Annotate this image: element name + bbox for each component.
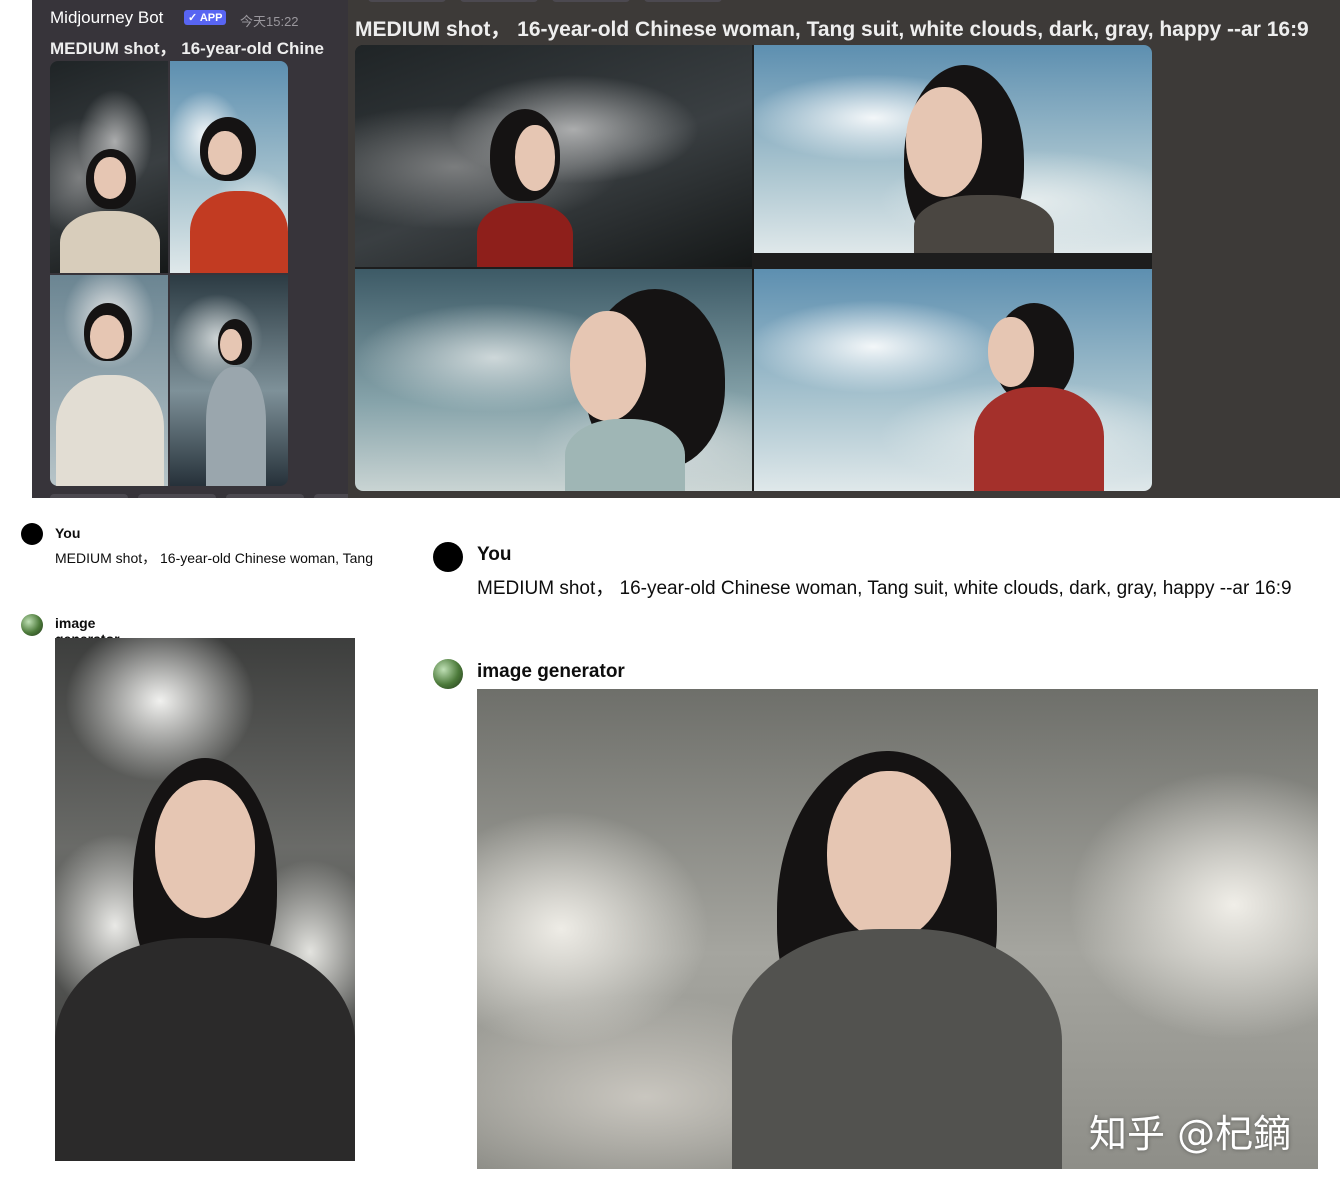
grid-image-1[interactable] [50, 61, 168, 273]
figure-body [974, 387, 1104, 491]
grid-image-3[interactable] [355, 269, 752, 491]
prompt-text: MEDIUM shot， 16-year-old Chine [50, 39, 324, 58]
discord-message-panel-large: MEDIUM shot， 16-year-old Chinese woman, … [348, 0, 1340, 498]
prompt-text-full: MEDIUM shot， 16-year-old Chinese woman, … [355, 18, 1309, 41]
app-badge: ✓ APP [184, 10, 227, 25]
figure-body [565, 419, 685, 491]
button-stub[interactable] [368, 0, 446, 2]
user-message-large: MEDIUM shot， 16-year-old Chinese woman, … [477, 578, 1292, 599]
figure-face [570, 311, 646, 421]
image-generator-avatar [21, 614, 43, 636]
message-timestamp: 今天15:22 [240, 14, 299, 29]
figure-body [56, 375, 164, 486]
user-avatar [21, 523, 43, 545]
figure-face [94, 157, 126, 199]
generated-image-portrait[interactable] [55, 638, 355, 1161]
figure-face [827, 771, 951, 941]
figure-face [90, 315, 124, 359]
figure-body [60, 211, 160, 273]
zhihu-watermark: 知乎 @杞鏑 [1089, 1112, 1292, 1156]
grid-image-4[interactable] [170, 275, 288, 486]
user-avatar-large [433, 542, 463, 572]
user-name: You [55, 525, 81, 541]
grid-image-4[interactable] [754, 269, 1152, 491]
generated-image-landscape[interactable]: 知乎 @杞鏑 [477, 689, 1318, 1169]
figure-face [155, 780, 255, 918]
button-stub[interactable] [552, 0, 630, 2]
figure-face [220, 329, 242, 361]
image-generator-avatar-large [433, 659, 463, 689]
button-stub[interactable] [644, 0, 722, 2]
figure-body [190, 191, 288, 273]
grid-image-2[interactable] [754, 45, 1152, 253]
upscale-button-u3[interactable] [226, 494, 304, 498]
figure-body [477, 203, 573, 267]
user-name-large: You [477, 544, 512, 565]
button-stub[interactable] [460, 0, 538, 2]
assistant-name-large: image generator [477, 661, 625, 682]
upscale-button-u1[interactable] [50, 494, 128, 498]
discord-message-panel-small: Midjourney Bot ✓ APP 今天15:22 MEDIUM shot… [32, 0, 348, 498]
figure-body [732, 929, 1062, 1169]
image-grid-large[interactable] [355, 45, 1152, 491]
upscale-button-u2[interactable] [138, 494, 216, 498]
image-grid-small[interactable] [50, 61, 288, 486]
figure-face [906, 87, 982, 197]
grid-image-2[interactable] [170, 61, 288, 273]
figure-body [914, 195, 1054, 253]
bot-name[interactable]: Midjourney Bot [50, 8, 163, 28]
figure-face [515, 125, 555, 191]
figure-face [208, 131, 242, 175]
grid-image-1[interactable] [355, 45, 752, 267]
user-message: MEDIUM shot， 16-year-old Chinese woman, … [55, 550, 373, 566]
figure-body [55, 938, 355, 1161]
figure-face [988, 317, 1034, 387]
figure-body [206, 367, 266, 486]
grid-image-3[interactable] [50, 275, 168, 486]
upscale-button-u4[interactable] [314, 494, 348, 498]
